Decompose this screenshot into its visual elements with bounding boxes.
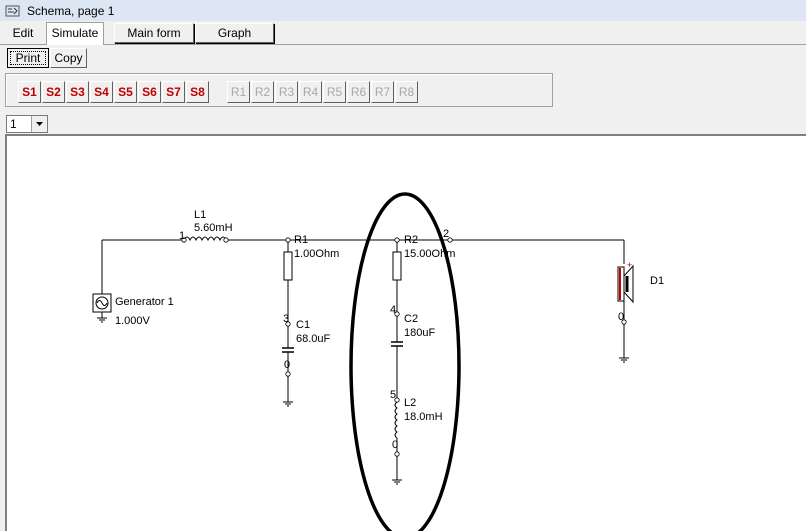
node-2-label: 2 [443, 228, 449, 240]
r2-button[interactable]: R2 [251, 81, 274, 103]
r1-value: 1.00Ohm [294, 248, 339, 260]
scenario-button-group: S1 S2 S3 S4 S5 S6 S7 S8 R1 R2 R3 R4 R5 R… [5, 73, 553, 107]
l1-name: L1 [194, 209, 206, 221]
generator-value: 1.000V [115, 315, 151, 327]
node-5-label: 5 [390, 389, 396, 401]
app-icon [5, 4, 21, 18]
print-button[interactable]: Print [7, 48, 49, 68]
r1-body[interactable] [283, 251, 293, 281]
c2-name: C2 [404, 313, 418, 325]
graph-button[interactable]: Graph [195, 23, 274, 43]
page-select[interactable]: 1 [6, 115, 48, 133]
node-1-label: 1 [179, 230, 185, 242]
main-form-button[interactable]: Main form [114, 23, 194, 43]
node-0-l2-label: 0 [392, 439, 398, 451]
s6-button[interactable]: S6 [138, 81, 161, 103]
l2-value: 18.0mH [404, 411, 443, 423]
s4-button[interactable]: S4 [90, 81, 113, 103]
copy-button[interactable]: Copy [50, 48, 87, 68]
schematic-canvas[interactable]: + L1 5.60mH 1 R1 1.00Ohm 3 C1 68.0uF 0 R… [5, 134, 806, 531]
r2-body[interactable] [392, 251, 402, 281]
tab-edit[interactable]: Edit [4, 24, 42, 42]
r6-button[interactable]: R6 [347, 81, 370, 103]
s2-button[interactable]: S2 [42, 81, 65, 103]
l1-value: 5.60mH [194, 222, 233, 234]
title-bar: Schema, page 1 [0, 0, 806, 22]
r3-button[interactable]: R3 [275, 81, 298, 103]
toolbar: Print Copy [0, 45, 806, 69]
c1-name: C1 [296, 319, 310, 331]
generator-icon[interactable] [92, 293, 112, 323]
node-3-label: 3 [283, 313, 289, 325]
speaker-icon[interactable]: + [617, 260, 634, 304]
window-title: Schema, page 1 [27, 3, 115, 18]
r1-name: R1 [294, 234, 308, 246]
l2-coil[interactable] [394, 401, 398, 439]
chevron-down-icon[interactable] [31, 116, 47, 132]
node-0-c1-label: 0 [284, 359, 290, 371]
menu-row: Edit Simulate Main form Graph [0, 21, 806, 45]
node-0-speaker-label: 0 [618, 311, 624, 323]
s7-button[interactable]: S7 [162, 81, 185, 103]
r8-button[interactable]: R8 [395, 81, 418, 103]
s8-button[interactable]: S8 [186, 81, 209, 103]
r5-button[interactable]: R5 [323, 81, 346, 103]
r4-button[interactable]: R4 [299, 81, 322, 103]
page-select-value: 1 [10, 117, 17, 131]
r2-name: R2 [404, 234, 418, 246]
s3-button[interactable]: S3 [66, 81, 89, 103]
s5-button[interactable]: S5 [114, 81, 137, 103]
node-4-label: 4 [390, 304, 396, 316]
tab-simulate[interactable]: Simulate [46, 22, 104, 45]
c1-value: 68.0uF [296, 333, 331, 345]
ground-icon [283, 396, 293, 407]
svg-text:+: + [627, 260, 632, 270]
l2-name: L2 [404, 397, 416, 409]
r1-button[interactable]: R1 [227, 81, 250, 103]
r2-value: 15.00Ohm [404, 248, 455, 260]
s1-button[interactable]: S1 [18, 81, 41, 103]
l1-coil[interactable] [183, 236, 227, 242]
r7-button[interactable]: R7 [371, 81, 394, 103]
ground-icon [392, 476, 402, 485]
c2-value: 180uF [404, 327, 435, 339]
ground-icon [619, 354, 629, 363]
generator-name: Generator 1 [115, 296, 174, 308]
speaker-name: D1 [650, 275, 664, 287]
